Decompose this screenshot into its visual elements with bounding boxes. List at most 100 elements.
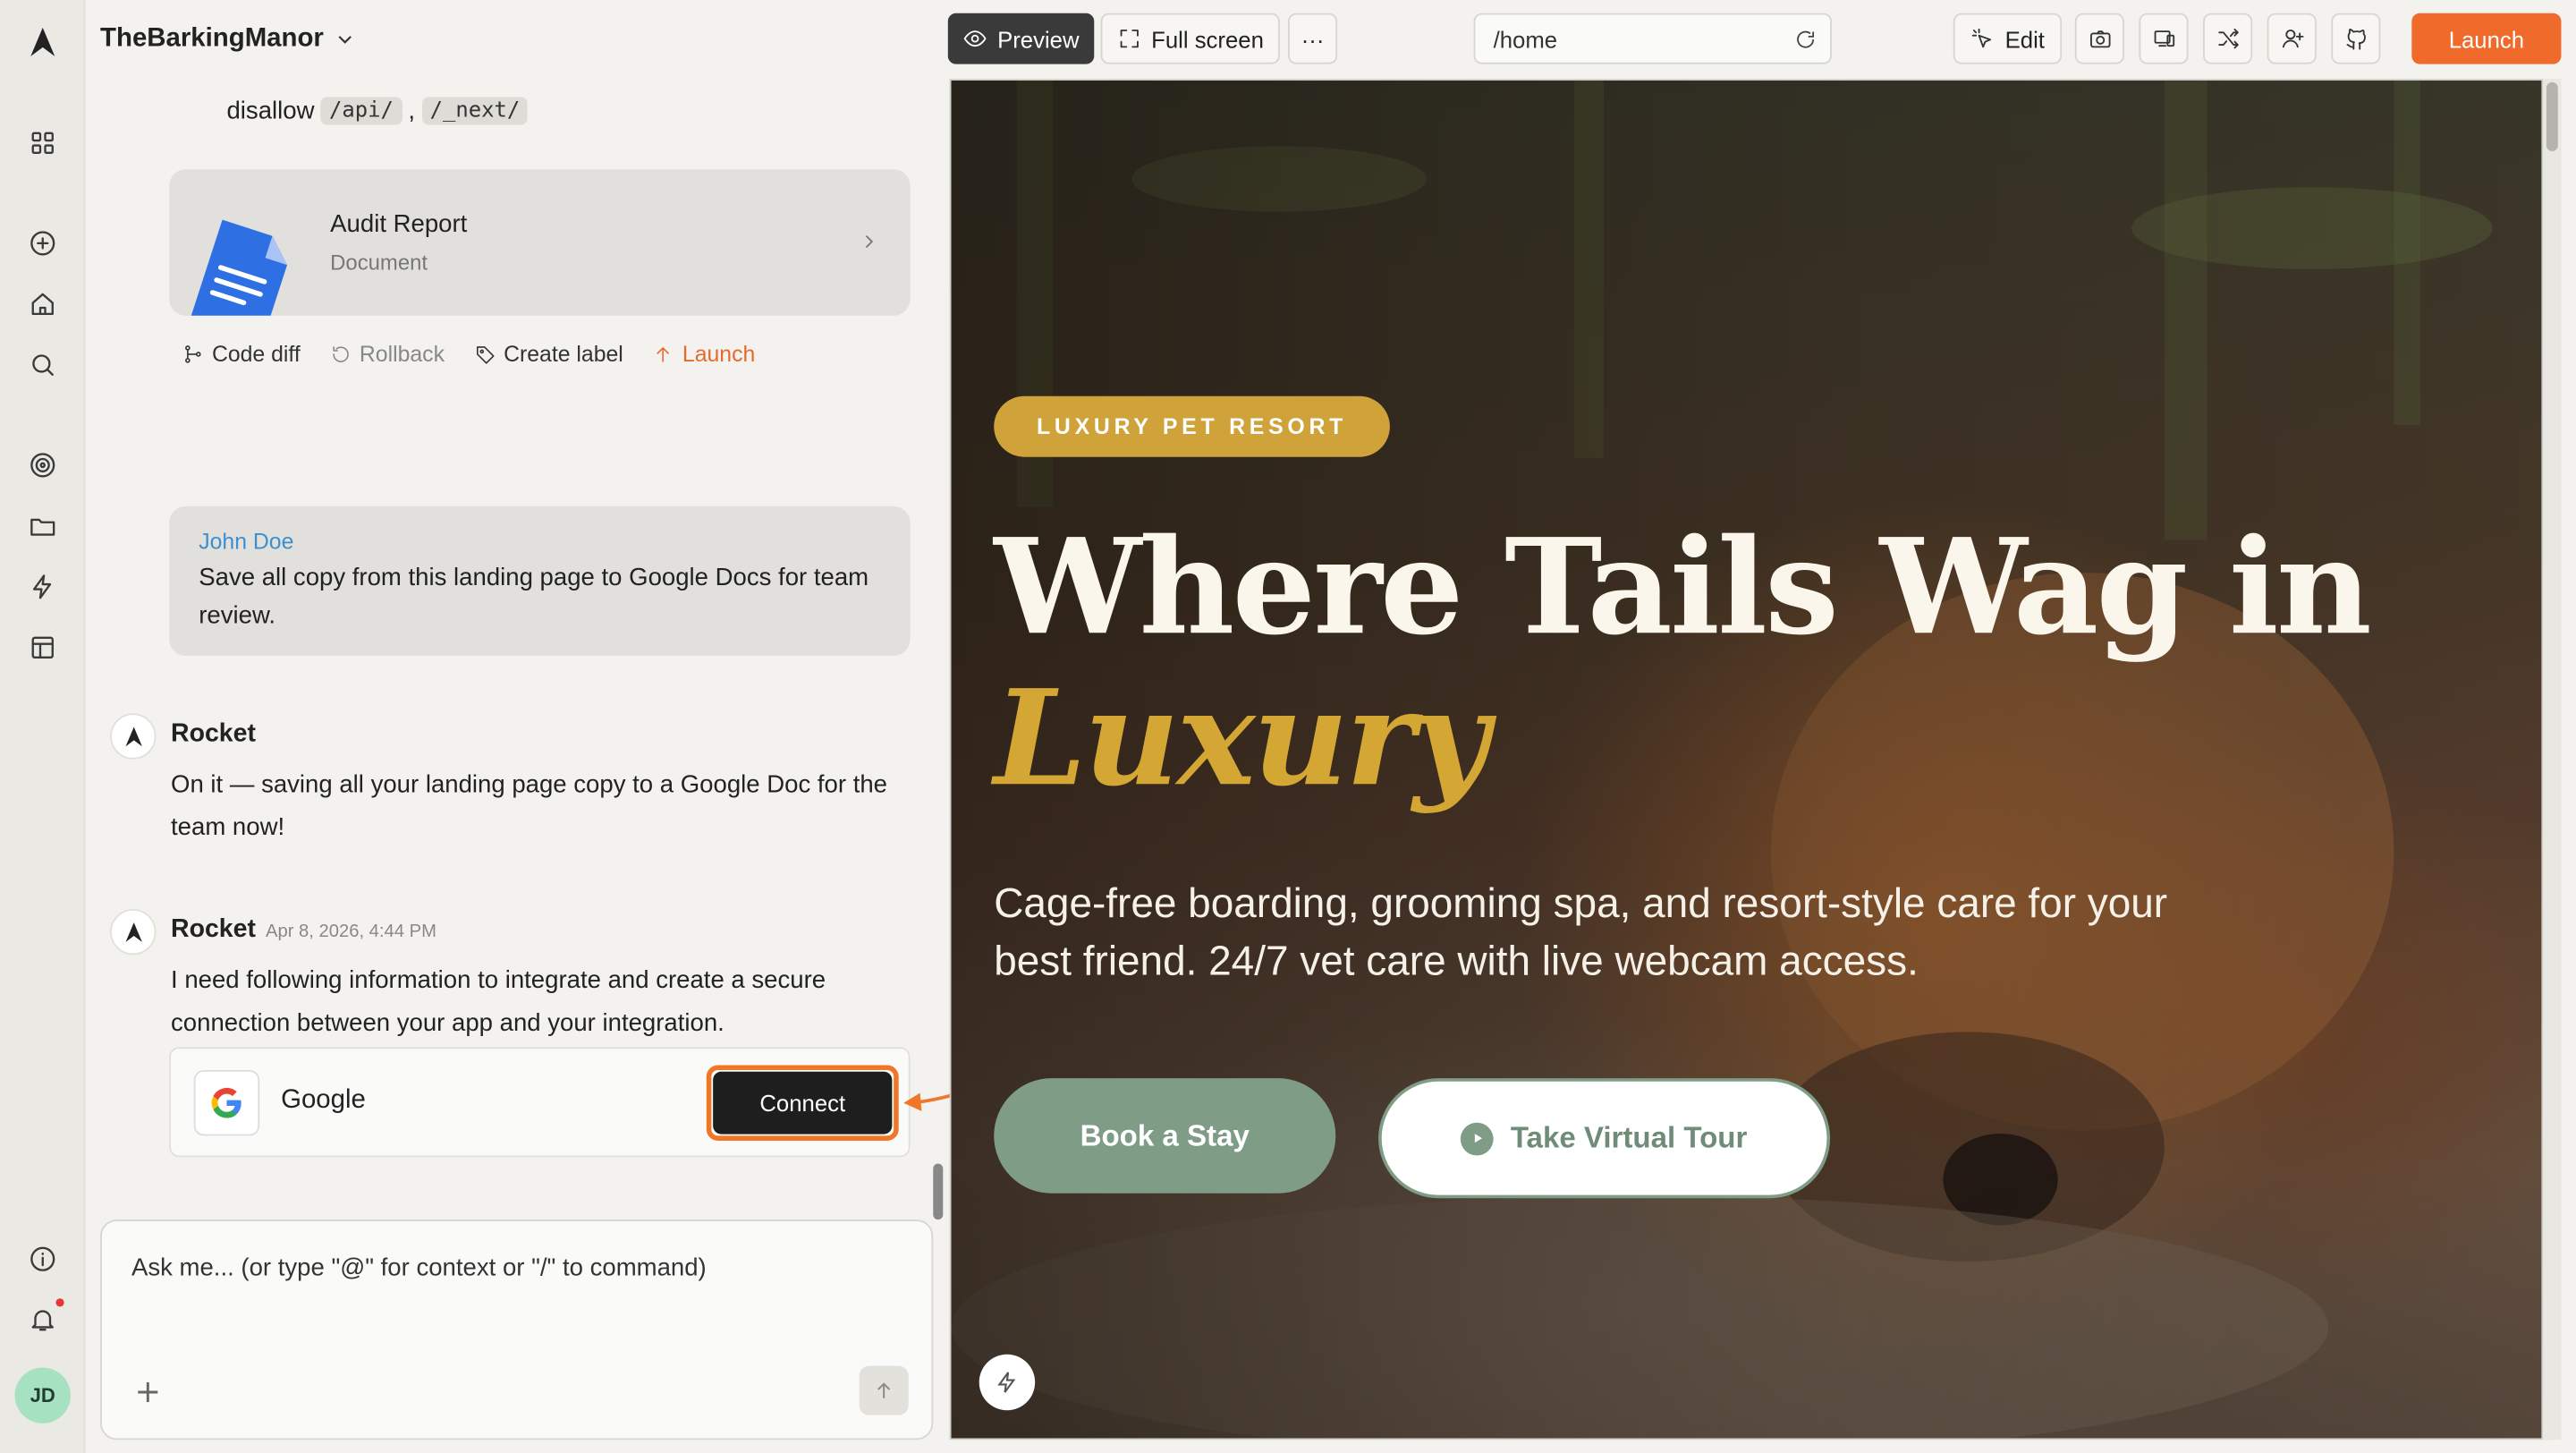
- code-diff-label: Code diff: [211, 342, 301, 367]
- preview-scroll-thumb[interactable]: [2546, 81, 2558, 152]
- rollback-label: Rollback: [359, 342, 445, 367]
- play-icon: [1461, 1121, 1495, 1155]
- url-value: /home: [1493, 26, 1558, 53]
- quick-action-button[interactable]: [979, 1354, 1036, 1411]
- book-stay-button[interactable]: Book a Stay: [994, 1078, 1336, 1194]
- bell-icon[interactable]: [23, 1300, 63, 1339]
- launch-action-label: Launch: [682, 342, 756, 367]
- preview-button[interactable]: Preview: [947, 13, 1095, 64]
- create-label-label: Create label: [504, 342, 623, 367]
- cursor-click-icon: [1972, 28, 1992, 48]
- shuffle-icon: [2217, 28, 2238, 49]
- rollback-icon: [332, 346, 349, 362]
- project-switcher[interactable]: TheBarkingManor: [100, 20, 357, 59]
- user-message: John Doe Save all copy from this landing…: [169, 506, 911, 657]
- arrow-up-icon: [657, 347, 670, 362]
- tag-icon: [476, 346, 494, 364]
- hero-badge: LUXURY PET RESORT: [994, 395, 1390, 457]
- audit-report-card[interactable]: Audit Report Document: [169, 169, 911, 316]
- folder-icon[interactable]: [23, 506, 63, 546]
- send-button[interactable]: [859, 1365, 909, 1415]
- disallow-text: disallow: [226, 97, 315, 125]
- home-icon[interactable]: [23, 285, 63, 324]
- preview-scrollbar[interactable]: [2543, 79, 2562, 1440]
- bot-name-with-time: Rocket Apr 8, 2026, 4:44 PM: [171, 915, 436, 945]
- composer-placeholder[interactable]: Ask me... (or type "@" for context or "/…: [131, 1254, 707, 1282]
- doc-subtitle: Document: [330, 250, 428, 275]
- launch-action-button[interactable]: Launch: [653, 342, 755, 367]
- bot-message-text: I need following information to integrat…: [171, 966, 826, 1038]
- bolt-icon: [997, 1372, 1016, 1393]
- chevron-right-icon: [865, 234, 874, 249]
- doc-title: Audit Report: [330, 210, 468, 239]
- more-button[interactable]: ···: [1287, 13, 1338, 64]
- screenshot-button[interactable]: [2074, 13, 2124, 64]
- create-label-button[interactable]: Create label: [474, 342, 623, 367]
- layout-icon[interactable]: [23, 628, 63, 667]
- integration-label: Google: [281, 1086, 366, 1115]
- apps-icon[interactable]: [23, 123, 63, 163]
- full-screen-label: Full screen: [1151, 25, 1264, 52]
- chat-scrollbar[interactable]: [933, 1163, 944, 1220]
- edit-button[interactable]: Edit: [1953, 13, 2063, 64]
- chevron-down-icon: [338, 36, 352, 44]
- git-branch-icon: [185, 345, 201, 363]
- target-icon[interactable]: [23, 446, 63, 485]
- chat-thread: disallow /api/, /_next/ Audit Report Doc…: [86, 65, 948, 1216]
- rocket-avatar-icon: [110, 713, 157, 760]
- code-api: /api/: [320, 97, 402, 125]
- search-icon[interactable]: [23, 345, 63, 385]
- user-message-text: Save all copy from this landing page to …: [199, 564, 869, 630]
- app-preview: LUXURY PET RESORT Where Tails Wag in Lux…: [949, 79, 2544, 1440]
- full-screen-button[interactable]: Full screen: [1100, 13, 1280, 64]
- hero-subtitle: Cage-free boarding, grooming spa, and re…: [994, 880, 2168, 985]
- google-integration-card: Google Connect: [169, 1047, 911, 1158]
- bot-message-text: On it — saving all your landing page cop…: [171, 770, 888, 842]
- avatar[interactable]: JD: [14, 1367, 71, 1423]
- refresh-icon[interactable]: [1794, 28, 1818, 51]
- message-timestamp: Apr 8, 2026, 4:44 PM: [265, 922, 436, 942]
- info-icon[interactable]: [23, 1239, 63, 1279]
- plus-icon[interactable]: [135, 1379, 161, 1405]
- github-icon: [2345, 29, 2365, 50]
- edit-label: Edit: [2004, 25, 2045, 52]
- url-input[interactable]: /home: [1473, 13, 1832, 64]
- document-icon: [190, 219, 288, 316]
- more-label: ···: [1301, 25, 1325, 52]
- github-button[interactable]: [2331, 13, 2381, 64]
- rollback-button[interactable]: Rollback: [330, 342, 445, 367]
- bolt-icon[interactable]: [23, 567, 63, 607]
- expand-icon: [1120, 30, 1139, 48]
- user-name: John Doe: [199, 529, 294, 555]
- project-name: TheBarkingManor: [100, 24, 324, 53]
- eye-icon: [963, 30, 987, 47]
- shuffle-button[interactable]: [2203, 13, 2253, 64]
- camera-icon: [2089, 30, 2110, 48]
- devices-button[interactable]: [2139, 13, 2189, 64]
- bot-name: Rocket: [171, 915, 256, 944]
- notification-dot: [55, 1298, 64, 1307]
- plus-circle-icon[interactable]: [23, 224, 63, 263]
- chat-composer[interactable]: Ask me... (or type "@" for context or "/…: [100, 1219, 934, 1440]
- hero-title: Where Tails Wag in Luxury: [994, 509, 2372, 816]
- icon-rail: JD: [0, 0, 86, 1453]
- devices-icon: [2153, 30, 2174, 47]
- message-actions: Code diff Rollback Create label Launch: [182, 342, 755, 367]
- arrow-up-icon: [877, 1382, 891, 1398]
- rocket-avatar-icon: [110, 908, 157, 956]
- code-next: /_next/: [421, 97, 529, 125]
- hero-title-line2: Luxury: [994, 660, 1489, 816]
- add-user-button[interactable]: [2267, 13, 2317, 64]
- preview-label: Preview: [997, 25, 1080, 52]
- rocket-logo[interactable]: [23, 23, 63, 63]
- bot-name: Rocket: [171, 719, 256, 748]
- virtual-tour-button[interactable]: Take Virtual Tour: [1378, 1078, 1831, 1199]
- virtual-tour-label: Take Virtual Tour: [1510, 1120, 1748, 1154]
- code-diff-button[interactable]: Code diff: [182, 342, 301, 367]
- connect-button[interactable]: Connect: [713, 1071, 893, 1134]
- user-plus-icon: [2281, 30, 2303, 48]
- launch-button[interactable]: Launch: [2411, 13, 2562, 64]
- disallow-line: disallow /api/, /_next/: [226, 97, 529, 125]
- google-logo-icon: [193, 1069, 260, 1136]
- hero-title-line1: Where Tails Wag in: [994, 509, 2372, 665]
